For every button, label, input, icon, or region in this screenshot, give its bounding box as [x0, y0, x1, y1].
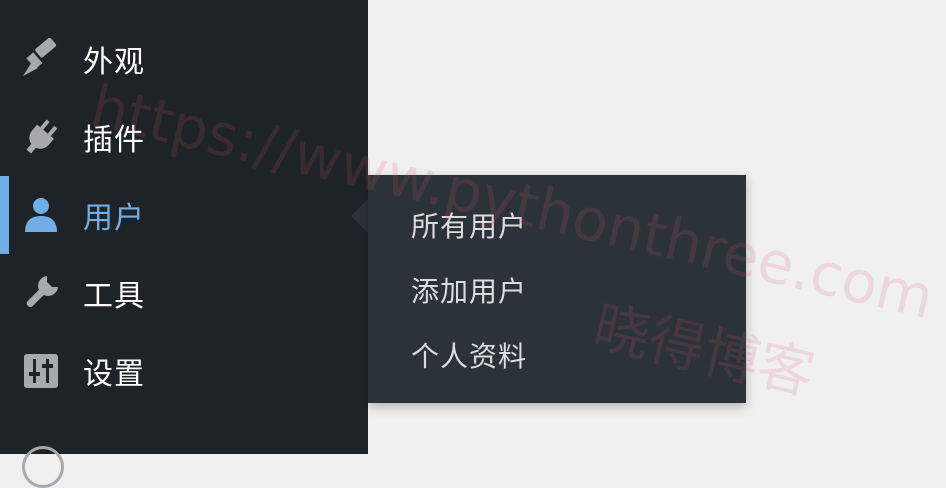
sidebar-item-label: 外观: [83, 45, 145, 80]
sidebar-item-settings[interactable]: 设置: [0, 332, 368, 410]
users-submenu-flyout: 所有用户 添加用户 个人资料: [368, 175, 746, 403]
sidebar-item-users[interactable]: 用户: [0, 176, 368, 254]
sidebar-item-tools[interactable]: 工具: [0, 254, 368, 332]
plugin-icon: [20, 116, 62, 158]
wrench-icon: [20, 272, 62, 314]
sidebar-item-label: 用户: [83, 201, 145, 236]
sidebar-item-label: 设置: [83, 357, 145, 392]
admin-sidebar: 外观 插件 用户 工具 设置: [0, 0, 368, 488]
submenu-item-all-users[interactable]: 所有用户: [411, 205, 527, 245]
sidebar-item-appearance[interactable]: 外观: [0, 20, 368, 98]
submenu-item-add-user[interactable]: 添加用户: [411, 270, 527, 310]
submenu-item-profile[interactable]: 个人资料: [411, 335, 527, 375]
collapse-menu-icon[interactable]: [22, 446, 64, 488]
user-icon: [20, 194, 62, 236]
flyout-arrow: [351, 199, 368, 233]
sidebar-item-plugins[interactable]: 插件: [0, 98, 368, 176]
sidebar-item-label: 工具: [83, 279, 145, 314]
settings-sliders-icon: [20, 350, 62, 392]
sidebar-item-label: 插件: [83, 123, 145, 158]
brush-icon: [20, 38, 62, 80]
